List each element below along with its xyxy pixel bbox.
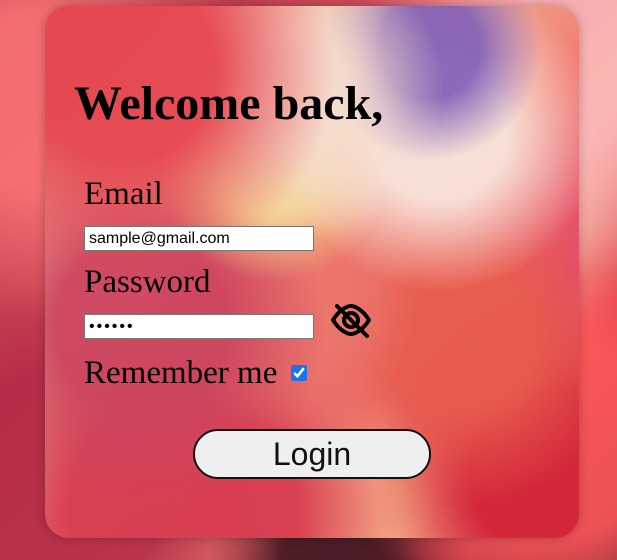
login-form: Email Password Remember me (84, 178, 504, 392)
email-field[interactable] (84, 226, 314, 251)
page-title: Welcome back, (74, 77, 384, 130)
login-card: Welcome back, Email Password Remember me (45, 6, 579, 538)
password-visibility-toggle[interactable] (329, 300, 373, 344)
remember-me-row: Remember me (84, 354, 504, 392)
remember-me-checkbox[interactable] (291, 365, 308, 381)
password-label: Password (84, 264, 211, 300)
eye-slash-icon (329, 300, 373, 345)
password-field[interactable] (84, 314, 314, 339)
login-button[interactable]: Login (193, 429, 431, 479)
password-row (84, 303, 504, 339)
remember-me-label: Remember me (84, 354, 278, 391)
email-label: Email (84, 176, 163, 212)
